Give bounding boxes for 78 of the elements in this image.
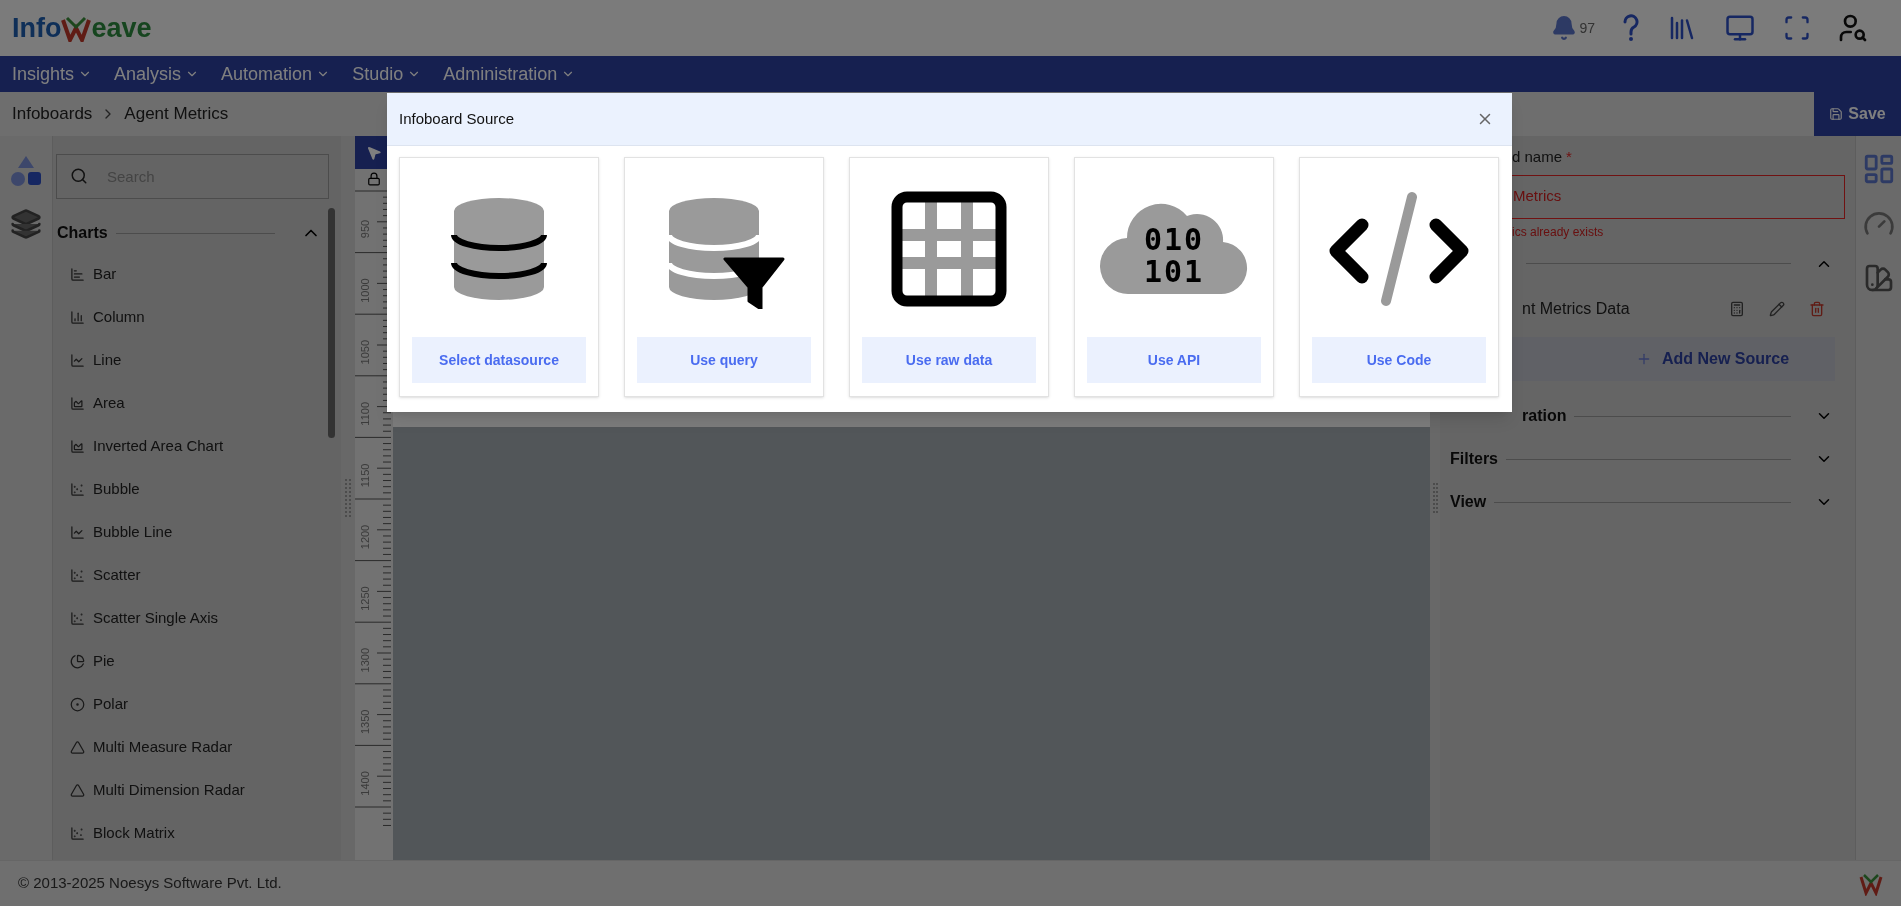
chart-type-item[interactable]: Inverted Area Chart	[93, 435, 224, 458]
line-chart-icon	[70, 525, 85, 540]
source-option-card[interactable]: Use raw data	[849, 157, 1049, 397]
chart-type-item[interactable]: Block Matrix	[93, 822, 175, 845]
scrollbar-thumb[interactable]	[328, 208, 335, 438]
error-message: ics already exists	[1511, 223, 1605, 241]
scatter-chart-icon	[70, 568, 85, 583]
chart-type-item[interactable]: Bubble	[93, 478, 140, 501]
source-option-button[interactable]: Use query	[637, 337, 811, 383]
source-option-card[interactable]: Select datasource	[399, 157, 599, 397]
column-chart-icon	[70, 310, 85, 325]
chart-type-item[interactable]: Pie	[93, 650, 115, 673]
radar-chart-icon	[70, 783, 85, 798]
source-option-button[interactable]: Use raw data	[862, 337, 1036, 383]
search-icon	[70, 167, 88, 185]
resize-grip-icon[interactable]	[345, 479, 351, 517]
source-option-button[interactable]: Use Code	[1312, 337, 1486, 383]
dialog-title: Infoboard Source	[399, 108, 515, 129]
chart-type-item[interactable]: Multi Dimension Radar	[93, 779, 245, 802]
source-option-button[interactable]: Use API	[1087, 337, 1261, 383]
logo-icon	[61, 15, 92, 42]
shapes-icon[interactable]	[9, 154, 43, 188]
logo-icon	[1859, 871, 1883, 896]
pie-chart-icon	[70, 654, 85, 669]
save-button[interactable]: Save	[1814, 92, 1901, 136]
chart-type-item[interactable]: Polar	[93, 693, 129, 716]
help-icon[interactable]	[1621, 14, 1641, 42]
search-user-icon[interactable]	[1837, 12, 1869, 44]
breadcrumb-current: Agent Metrics	[124, 103, 229, 126]
chart-type-item[interactable]: Scatter	[93, 564, 141, 587]
chart-type-item[interactable]: Multi Measure Radar	[93, 736, 233, 759]
source-option-button[interactable]: Select datasource	[412, 337, 586, 383]
section-title[interactable]: ration	[1522, 404, 1567, 428]
area-chart-icon	[70, 439, 85, 454]
nav-menu[interactable]: Administration	[443, 60, 576, 88]
notification-bell-icon[interactable]	[1551, 15, 1578, 41]
nav-menu[interactable]: Automation	[221, 60, 331, 88]
calculator-icon[interactable]	[1729, 300, 1745, 317]
chart-type-item[interactable]: Bubble Line	[93, 521, 173, 544]
logo-text: Info	[12, 14, 62, 42]
nav-menu[interactable]: Studio	[352, 60, 422, 88]
chart-type-item[interactable]: Bar	[93, 263, 117, 286]
line-chart-icon	[70, 353, 85, 368]
source-name: nt Metrics Data	[1522, 298, 1630, 319]
scatter-chart-icon	[70, 826, 85, 841]
chart-type-item[interactable]: Line	[93, 349, 122, 372]
radar-chart-icon	[70, 740, 85, 755]
bubble-chart-icon	[70, 482, 85, 497]
nav-menu[interactable]: Analysis	[114, 60, 200, 88]
breadcrumb-link[interactable]: Infoboards	[12, 101, 93, 127]
source-option-card[interactable]: Use Code	[1299, 157, 1499, 397]
chart-type-item[interactable]: Scatter Single Axis	[93, 607, 219, 630]
chart-type-item[interactable]: Column	[93, 306, 145, 329]
edit-icon[interactable]	[1769, 300, 1785, 317]
required-asterisk: *	[1566, 147, 1572, 167]
logo-text: eave	[91, 14, 152, 42]
section-title[interactable]: View	[1450, 490, 1487, 514]
source-option-card[interactable]: 010 101 Use API	[1074, 157, 1274, 397]
area-chart-icon	[70, 396, 85, 411]
layers-icon[interactable]	[10, 208, 42, 240]
delete-icon[interactable]	[1809, 300, 1825, 317]
section-title: Charts	[57, 223, 108, 243]
resize-grip-icon[interactable]	[1432, 483, 1438, 513]
lock-icon[interactable]	[367, 172, 381, 186]
field-label: d name	[1512, 147, 1563, 167]
notification-count: 97	[1579, 18, 1595, 38]
pointer-icon	[366, 144, 382, 161]
save-icon	[1829, 107, 1844, 121]
source-option-card[interactable]: Use query	[624, 157, 824, 397]
section-title[interactable]: Filters	[1450, 447, 1498, 471]
copyright-text: © 2013-2025 Noesys Software Pvt. Ltd.	[18, 873, 282, 894]
polar-chart-icon	[70, 697, 85, 712]
bar-chart-icon	[70, 267, 85, 282]
monitor-icon[interactable]	[1723, 13, 1757, 43]
fullscreen-icon[interactable]	[1783, 14, 1811, 42]
nav-menu[interactable]: Insights	[12, 60, 93, 88]
scatter-chart-icon	[70, 611, 85, 626]
chart-type-item[interactable]: Area	[93, 392, 125, 415]
